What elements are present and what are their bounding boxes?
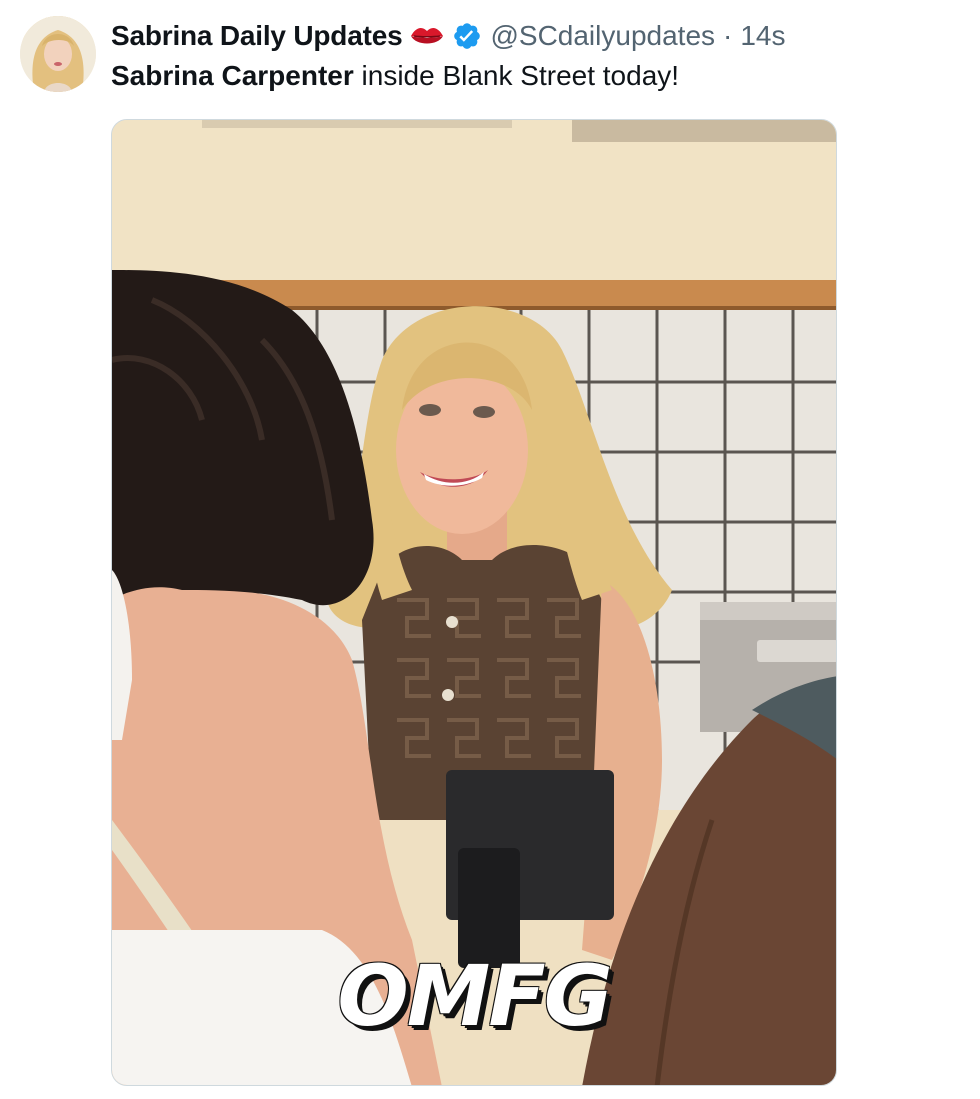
timestamp[interactable]: 14s (740, 20, 785, 52)
separator: · (723, 20, 733, 51)
tweet-text-rest: inside Blank Street today! (353, 60, 680, 91)
tweet-header: Sabrina Daily Updates @SCdailyupdates · … (111, 18, 786, 54)
tweet-media[interactable]: OMFG (111, 119, 837, 1086)
handle[interactable]: @SCdailyupdates (490, 20, 715, 52)
verified-badge-icon[interactable] (452, 21, 482, 51)
avatar[interactable] (20, 16, 96, 92)
tweet[interactable]: Sabrina Daily Updates @SCdailyupdates · … (0, 0, 980, 1099)
tweet-text-bold: Sabrina Carpenter (111, 60, 354, 91)
media-caption: OMFG (337, 947, 612, 1045)
avatar-image (20, 16, 96, 92)
display-name[interactable]: Sabrina Daily Updates (111, 20, 403, 52)
tweet-text: Sabrina Carpenter inside Blank Street to… (111, 58, 679, 94)
lips-icon (410, 24, 444, 48)
media-photo (112, 120, 836, 1085)
